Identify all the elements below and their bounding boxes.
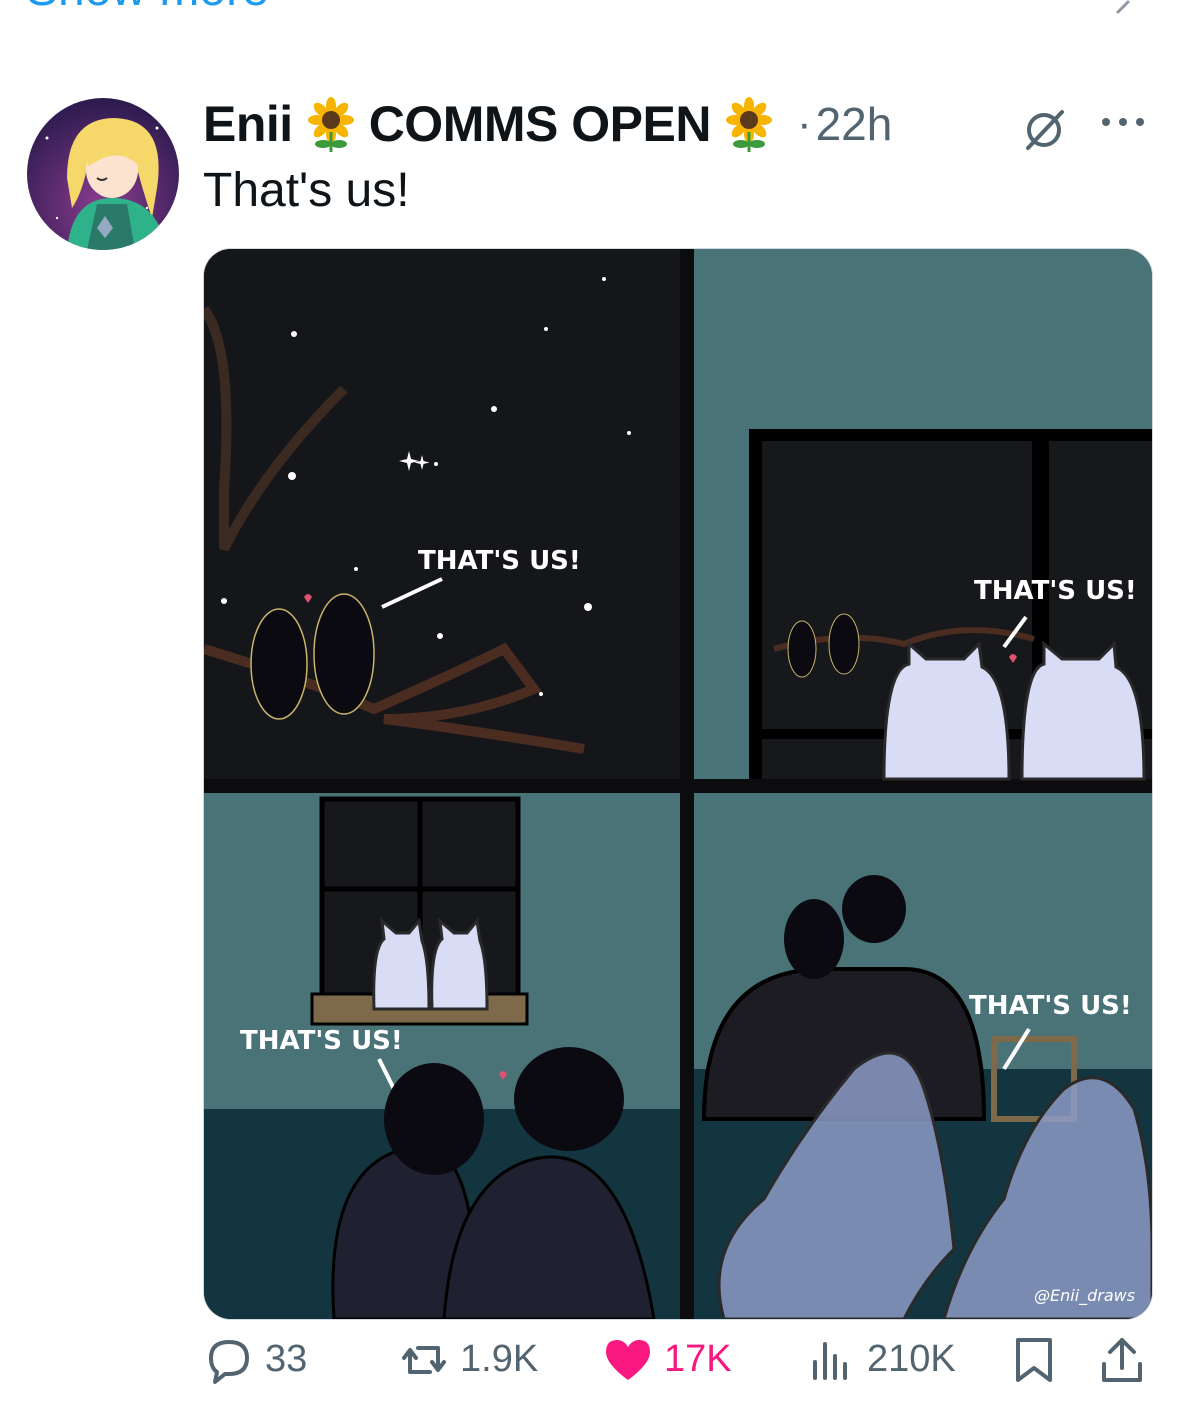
comic-panel-3: THAT'S US! [204, 793, 680, 1319]
sunflower-icon [725, 97, 772, 152]
reply-icon [209, 1339, 249, 1384]
tweet-media-image[interactable]: THAT'S US! THAT'S US! THAT'S US! THAT'S … [203, 248, 1153, 1320]
bookmark-button[interactable] [1008, 1302, 1060, 1417]
panel-2-caption: THAT'S US! [974, 576, 1137, 606]
bookmark-icon [1016, 1337, 1052, 1382]
panel-1-caption: THAT'S US! [418, 546, 581, 576]
author-tag: COMMS OPEN [368, 96, 712, 152]
tweet-action-bar: 33 1.9K 17K 210K [0, 1302, 1179, 1417]
comic-panel-2: THAT'S US! [694, 249, 1152, 781]
comic-panel-4: THAT'S US! @Enii_draws [694, 793, 1152, 1319]
more-icon[interactable] [1098, 110, 1148, 134]
reply-button[interactable]: 33 [203, 1302, 307, 1417]
show-more-link[interactable]: Show more [26, 0, 269, 14]
repost-count: 1.9K [460, 1338, 539, 1380]
panel-3-caption: THAT'S US! [240, 1026, 403, 1056]
like-button[interactable]: 17K [602, 1302, 732, 1417]
share-button[interactable] [1096, 1302, 1148, 1417]
views-count: 210K [867, 1338, 956, 1380]
reply-count: 33 [265, 1338, 308, 1380]
author-name[interactable]: Enii [203, 95, 293, 153]
tweet-time[interactable]: 22h [816, 97, 893, 151]
separator-dot: · [796, 99, 812, 148]
views-icon [813, 1341, 847, 1380]
grok-icon[interactable] [1020, 104, 1070, 154]
tweet-header: Enii COMMS OPEN · 22h [203, 92, 892, 156]
repost-button[interactable]: 1.9K [398, 1302, 538, 1417]
heart-icon [606, 1339, 650, 1380]
avatar[interactable] [27, 98, 179, 250]
chevron-right-icon [1116, 0, 1130, 14]
sunflower-icon [307, 97, 354, 152]
views-button[interactable]: 210K [805, 1302, 956, 1417]
repost-icon [402, 1345, 446, 1374]
tweet-text: That's us! [203, 164, 410, 217]
comic-panel-1: THAT'S US! [204, 249, 680, 779]
share-icon [1102, 1337, 1142, 1382]
like-count: 17K [664, 1338, 732, 1380]
panel-4-caption: THAT'S US! [969, 991, 1132, 1021]
